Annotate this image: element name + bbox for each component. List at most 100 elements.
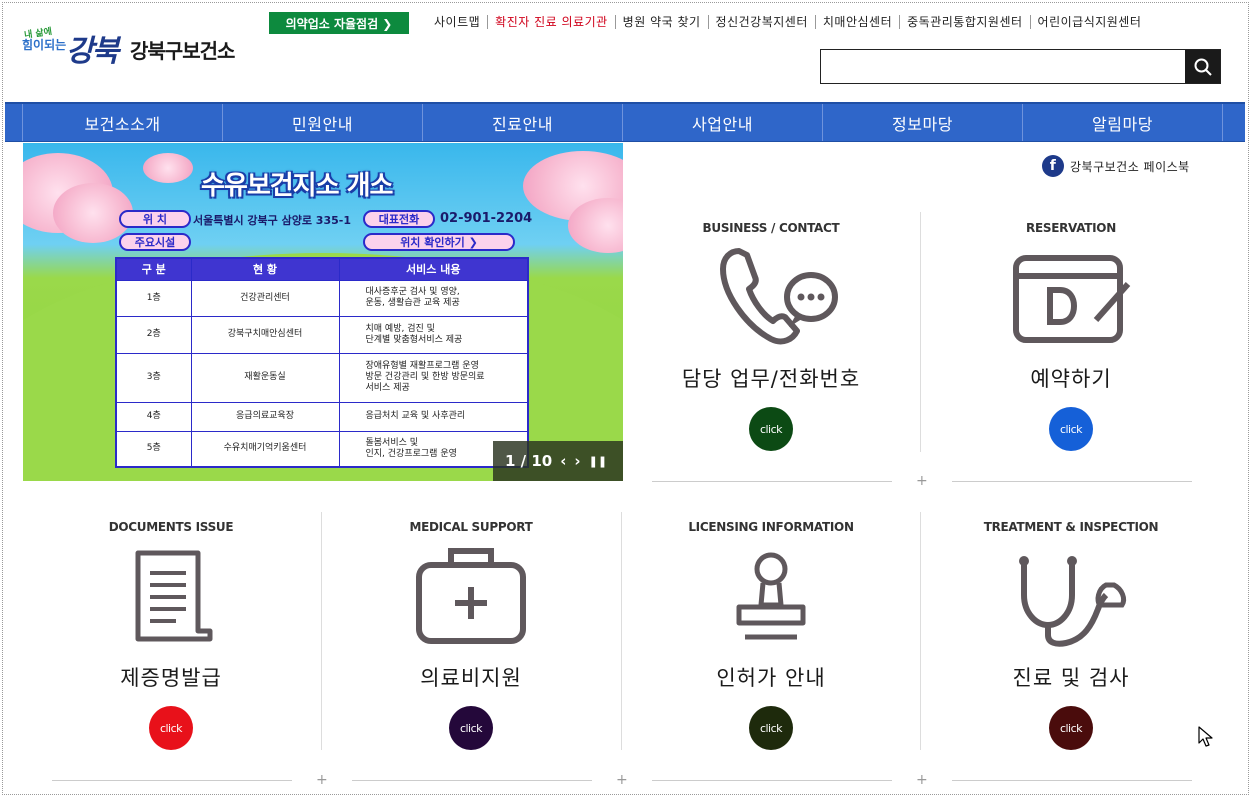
- facility-cell: 수유치매기억키움센터: [190, 430, 340, 468]
- top-links: 사이트맵 확진자 진료 의료기관 병원 약국 찾기 정신건강복지센터 치매안심센…: [427, 15, 1148, 29]
- plus-icon: +: [316, 772, 328, 788]
- calendar-reserve-icon: [1013, 255, 1131, 343]
- service-tile-treatment[interactable]: TREATMENT & INSPECTION 진료 및 검사 click: [951, 520, 1191, 750]
- click-button[interactable]: click: [1049, 407, 1093, 451]
- search-bar: [820, 49, 1221, 84]
- search-input[interactable]: [821, 50, 1185, 83]
- divider: [652, 481, 892, 482]
- tile-ko-title: 진료 및 검사: [1012, 666, 1130, 690]
- stamp-icon: [736, 552, 806, 640]
- service-tile-documents[interactable]: DOCUMENTS ISSUE 제증명발급 click: [51, 520, 291, 750]
- divider: [621, 512, 622, 750]
- service-cell: 장애유형별 재활프로그램 운영 방문 건강관리 및 한방 방문의료 서비스 제공: [338, 352, 529, 403]
- blossom-tree: [143, 153, 193, 183]
- nav-item-civil-affairs[interactable]: 민원안내: [223, 104, 423, 141]
- tile-ko-title: 제증명발급: [120, 666, 222, 690]
- selfcheck-button[interactable]: 의약업소 자율점검 ❯: [269, 12, 409, 34]
- divider: [952, 780, 1192, 781]
- facility-cell: 재활운동실: [190, 352, 340, 403]
- table-header-floor: 구 분: [115, 257, 192, 281]
- toplink-covid-clinics[interactable]: 확진자 진료 의료기관: [487, 15, 615, 29]
- site-logo[interactable]: 내 삶에 힘이되는 강북 강북구보건소: [22, 26, 235, 72]
- document-icon: [135, 550, 213, 642]
- mouse-cursor-icon: [1198, 726, 1213, 747]
- toplink-mental-health[interactable]: 정신건강복지센터: [707, 15, 815, 29]
- nav-item-about[interactable]: 보건소소개: [23, 104, 223, 141]
- tile-en-title: RESERVATION: [1026, 221, 1116, 235]
- map-button[interactable]: 위치 확인하기 ❯: [363, 233, 515, 251]
- phone-label: 대표전화: [363, 210, 435, 228]
- next-slide-icon[interactable]: ›: [574, 452, 580, 470]
- logo-mark: 내 삶에 힘이되는 강북: [22, 26, 126, 72]
- nav-item-treatment[interactable]: 진료안내: [423, 104, 623, 141]
- divider: [321, 512, 322, 750]
- service-tile-medical-support[interactable]: MEDICAL SUPPORT 의료비지원 click: [351, 520, 591, 750]
- prev-slide-icon[interactable]: ‹: [560, 452, 566, 470]
- table-header-service: 서비스 내용: [338, 257, 529, 281]
- tile-ko-title: 담당 업무/전화번호: [681, 367, 861, 391]
- toplink-dementia-center[interactable]: 치매안심센터: [814, 15, 899, 29]
- service-tile-contact[interactable]: BUSINESS / CONTACT 담당 업무/전화번호 click: [651, 221, 891, 451]
- pause-icon[interactable]: ❚❚: [589, 455, 607, 468]
- click-button[interactable]: click: [149, 706, 193, 750]
- floor-cell: 5층: [115, 430, 192, 468]
- nav-item-info[interactable]: 정보마당: [823, 104, 1023, 141]
- click-button[interactable]: click: [1049, 706, 1093, 750]
- plus-icon: +: [916, 772, 928, 788]
- floor-cell: 3층: [115, 352, 192, 403]
- location-label: 위 치: [119, 210, 191, 228]
- toplink-addiction-center[interactable]: 중독관리통합지원센터: [899, 15, 1029, 29]
- toplink-sitemap[interactable]: 사이트맵: [427, 15, 487, 29]
- divider: [52, 780, 292, 781]
- divider: [652, 780, 892, 781]
- tile-en-title: BUSINESS / CONTACT: [702, 221, 840, 235]
- toplink-find-hospital[interactable]: 병원 약국 찾기: [614, 15, 708, 29]
- logo-name: 강북구보건소: [130, 38, 235, 63]
- tile-en-title: TREATMENT & INSPECTION: [983, 520, 1159, 534]
- nav-item-programs[interactable]: 사업안내: [623, 104, 823, 141]
- floor-cell: 4층: [115, 401, 192, 432]
- tile-en-title: DOCUMENTS ISSUE: [108, 520, 234, 534]
- facebook-link[interactable]: f 강북구보건소 페이스북: [1042, 155, 1190, 177]
- medical-kit-icon: [416, 548, 526, 644]
- service-tile-licensing[interactable]: LICENSING INFORMATION 인허가 안내 click: [651, 520, 891, 750]
- facilities-label: 주요시설: [119, 233, 191, 251]
- facebook-label: 강북구보건소 페이스북: [1070, 159, 1190, 174]
- toplink-child-meal-center[interactable]: 어린이급식지원센터: [1029, 15, 1149, 29]
- search-button[interactable]: [1185, 50, 1220, 83]
- table-header-facility: 현 황: [190, 257, 340, 281]
- nav-item-notice[interactable]: 알림마당: [1023, 104, 1223, 141]
- service-cell: 응급처치 교육 및 사후관리: [338, 401, 529, 432]
- plus-icon: +: [916, 473, 928, 489]
- service-tile-reservation[interactable]: RESERVATION 예약하기 click: [951, 221, 1191, 451]
- banner-title: 수유보건지소 개소: [201, 171, 393, 201]
- floor-table: 구 분 현 황 서비스 내용 1층 건강관리센터 대사증후군 검사 및 영양, …: [115, 257, 529, 468]
- click-button[interactable]: click: [749, 407, 793, 451]
- main-banner[interactable]: 수유보건지소 개소 위 치 서울특별시 강북구 삼양로 335-1 대표전화 0…: [23, 143, 623, 481]
- floor-cell: 1층: [115, 279, 192, 317]
- table-row: 2층 강북구치매안심센터 치매 예방, 검진 및 단계별 맞춤형서비스 제공: [115, 315, 529, 354]
- tile-ko-title: 의료비지원: [420, 666, 522, 690]
- tile-en-title: LICENSING INFORMATION: [688, 520, 854, 534]
- divider: [920, 512, 921, 750]
- tile-en-title: MEDICAL SUPPORT: [409, 520, 533, 534]
- banner-address: 서울특별시 강북구 삼양로 335-1: [193, 214, 351, 227]
- divider: [920, 212, 921, 452]
- search-icon: [1194, 58, 1212, 76]
- click-button[interactable]: click: [749, 706, 793, 750]
- phone-chat-icon: [720, 248, 838, 345]
- tile-ko-title: 예약하기: [1030, 367, 1112, 391]
- divider: [952, 481, 1192, 482]
- slide-counter: 1 / 10: [505, 452, 553, 470]
- facebook-icon: f: [1042, 155, 1064, 177]
- service-cell: 치매 예방, 검진 및 단계별 맞춤형서비스 제공: [338, 315, 529, 354]
- table-row: 5층 수유치매기억키움센터 돌봄서비스 및 인지, 건강프로그램 운영: [115, 430, 529, 468]
- tile-ko-title: 인허가 안내: [716, 666, 826, 690]
- floor-cell: 2층: [115, 315, 192, 354]
- click-button[interactable]: click: [449, 706, 493, 750]
- facility-cell: 건강관리센터: [190, 279, 340, 317]
- facility-cell: 응급의료교육장: [190, 401, 340, 432]
- slider-controls: 1 / 10 ‹ › ❚❚: [493, 441, 623, 481]
- divider: [352, 780, 592, 781]
- main-nav: 보건소소개 민원안내 진료안내 사업안내 정보마당 알림마당: [5, 102, 1245, 142]
